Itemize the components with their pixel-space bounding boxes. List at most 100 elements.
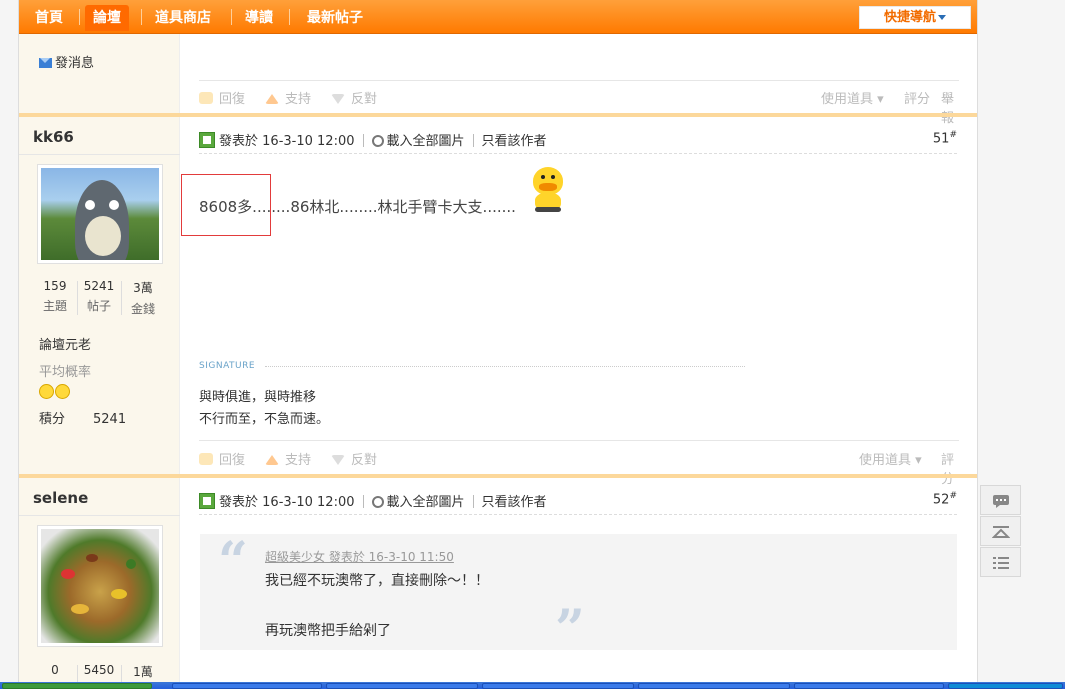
back-to-top-button[interactable] [980, 516, 1021, 546]
posted-label: 發表於 [219, 134, 259, 149]
support-label: 支持 [285, 92, 312, 107]
stat-value: 5450 [83, 663, 115, 677]
comment-icon [993, 495, 1009, 508]
support-button[interactable]: 支持 [265, 449, 311, 468]
author-stats: 159 主題 5241 帖子 3萬金錢 [33, 279, 165, 319]
taskbar-button[interactable] [326, 683, 478, 689]
author-name[interactable]: kk66 [33, 128, 74, 146]
stat-label: 金錢 [130, 302, 155, 316]
reply-button[interactable]: 回復 [199, 88, 245, 107]
quote-meta[interactable]: 超級美少女 發表於 16-3-10 11:50 [265, 548, 454, 565]
oppose-button[interactable]: 反對 [331, 449, 377, 468]
smiley-icon [39, 384, 54, 399]
nav-forum[interactable]: 論壇 [85, 5, 129, 31]
send-message-link[interactable]: 發消息 [39, 52, 94, 71]
support-icon [265, 455, 279, 465]
author-name[interactable]: selene [33, 489, 88, 507]
post-separator [19, 113, 977, 117]
support-label: 支持 [285, 453, 312, 468]
load-images-label: 載入全部圖片 [386, 495, 465, 510]
system-tray[interactable] [948, 683, 1063, 689]
post-separator [19, 474, 977, 478]
duck-emoticon [529, 167, 567, 213]
floor-number[interactable]: 51# [933, 130, 957, 146]
support-button[interactable]: 支持 [265, 88, 311, 107]
use-tool-button[interactable]: 使用道具 ▾ [859, 449, 922, 468]
magnifier-icon [371, 496, 384, 508]
stat-value: 3萬 [133, 281, 153, 295]
quick-reply-button[interactable] [980, 485, 1021, 515]
list-icon [993, 557, 1009, 569]
divider [199, 80, 959, 81]
post-action-bar: 回復 支持 反對 使用道具 ▾ 評分 舉報 [199, 86, 959, 126]
divider [19, 154, 180, 155]
stat-money[interactable]: 1萬 [121, 663, 165, 680]
credits-label: 積分 [39, 412, 66, 427]
stat-value: 5241 [83, 279, 115, 293]
use-tool-button[interactable]: 使用道具 ▾ [821, 88, 884, 107]
oppose-label: 反對 [351, 92, 378, 107]
taskbar-button[interactable] [794, 683, 944, 689]
taskbar-button[interactable] [638, 683, 790, 689]
stat-topics[interactable]: 159 主題 [33, 279, 77, 314]
nav-home[interactable]: 首頁 [27, 5, 71, 31]
stat-value: 159 [43, 279, 67, 293]
quick-nav-button[interactable]: 快捷導航 [859, 6, 971, 29]
load-images-link[interactable]: 載入全部圖片 [371, 134, 465, 149]
only-author-link[interactable]: 只看該作者 [482, 134, 547, 149]
avatar[interactable] [37, 525, 163, 647]
stat-topics[interactable]: 0 [33, 663, 77, 677]
reply-icon [199, 92, 213, 104]
stat-label: 帖子 [86, 299, 111, 313]
report-button[interactable]: 舉報 [941, 88, 959, 126]
floor-mark: # [949, 491, 957, 501]
dashed-divider [199, 514, 957, 515]
oppose-icon [331, 455, 345, 465]
quote-line: 再玩澳幣把手給剁了 [265, 623, 391, 639]
top-nav: 首頁 論壇 道具商店 導讀 最新帖子 快捷導航 [19, 0, 977, 34]
rate-button[interactable]: 評分 [904, 88, 930, 107]
envelope-icon [39, 58, 52, 68]
smiley-icon [55, 384, 70, 399]
stat-label: 主題 [42, 299, 67, 313]
stat-value: 1萬 [133, 665, 153, 679]
post-icon [199, 132, 215, 148]
signature-line: 與時俱進，與時推移 [199, 390, 317, 405]
avatar-image [41, 168, 159, 260]
stat-value: 0 [51, 663, 59, 677]
oppose-button[interactable]: 反對 [331, 88, 377, 107]
signature-label: SIGNATURE [199, 361, 256, 371]
taskbar-button[interactable] [482, 683, 634, 689]
quote-box: “ ” 超級美少女 發表於 16-3-10 11:50 我已經不玩澳幣了，直接刪… [200, 531, 957, 656]
nav-latest-posts[interactable]: 最新帖子 [299, 5, 371, 31]
taskbar-button[interactable] [2, 683, 152, 689]
dashed-divider [199, 153, 957, 154]
floor-number[interactable]: 52# [933, 491, 957, 507]
quote-line: 我已經不玩澳幣了，直接刪除～！！ [265, 573, 489, 589]
highlight-box [181, 174, 271, 236]
open-quote-icon: “ [218, 531, 248, 592]
taskbar-button[interactable] [172, 683, 322, 689]
nav-guide[interactable]: 導讀 [237, 5, 281, 31]
avatar[interactable] [37, 164, 163, 264]
reply-button[interactable]: 回復 [199, 449, 245, 468]
credits-value: 5241 [93, 412, 127, 427]
use-tool-label: 使用道具 [821, 92, 874, 107]
divider [199, 440, 959, 441]
only-author-link[interactable]: 只看該作者 [482, 495, 547, 510]
rate-button[interactable]: 評分 [941, 449, 959, 487]
rank-icons [39, 384, 71, 403]
return-list-button[interactable] [980, 547, 1021, 577]
stat-posts[interactable]: 5241 帖子 [77, 279, 121, 314]
floor-value: 52 [932, 492, 950, 508]
post-icon [199, 493, 215, 509]
stat-money[interactable]: 3萬金錢 [121, 279, 165, 317]
signature-line: 不行而至，不急而速。 [199, 412, 330, 427]
load-images-link[interactable]: 載入全部圖片 [371, 495, 465, 510]
use-tool-label: 使用道具 [859, 453, 912, 468]
oppose-label: 反對 [351, 453, 378, 468]
nav-tool-shop[interactable]: 道具商店 [147, 5, 219, 31]
stat-posts[interactable]: 5450 [77, 663, 121, 677]
author-stats: 0 5450 1萬 [33, 663, 165, 682]
quick-nav-label: 快捷導航 [883, 10, 936, 25]
